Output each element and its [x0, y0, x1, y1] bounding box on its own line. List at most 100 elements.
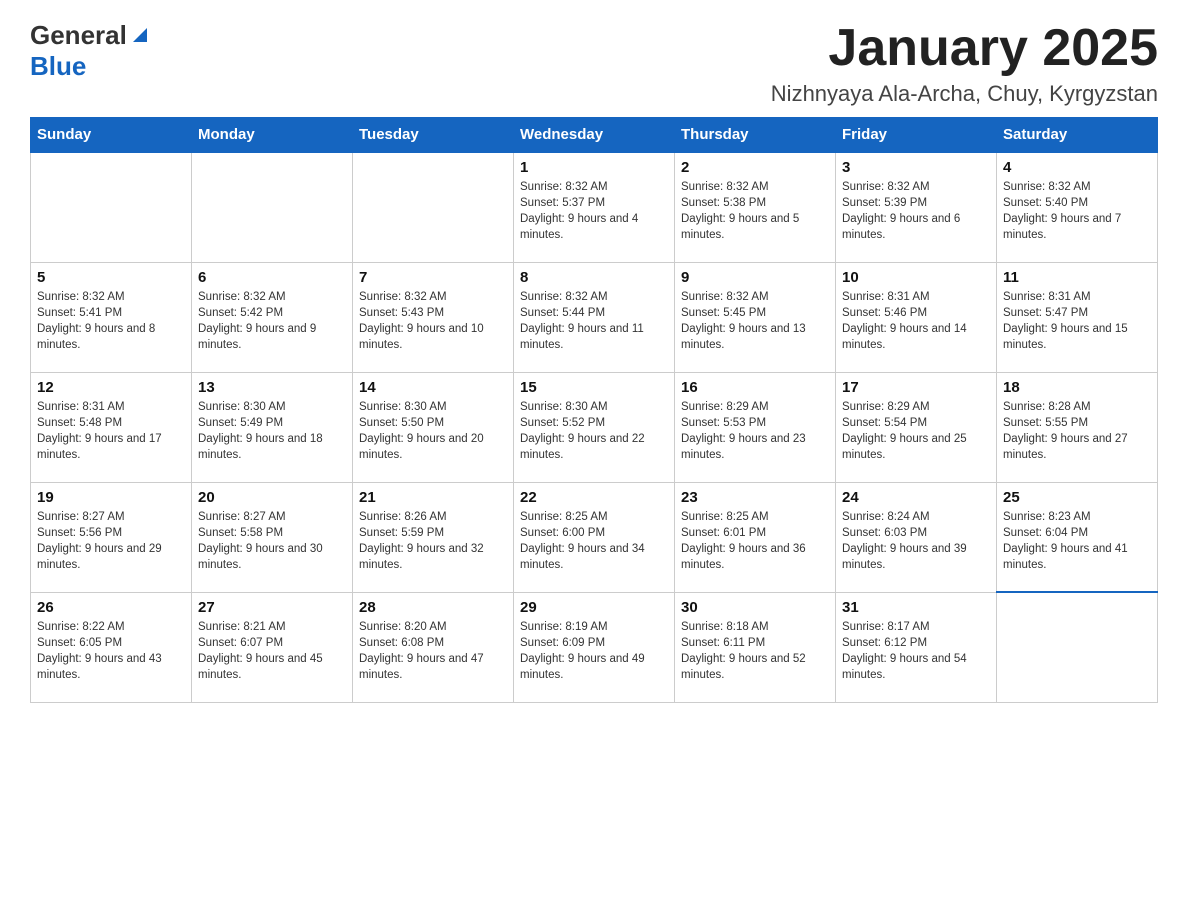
calendar-cell: 5 Sunrise: 8:32 AMSunset: 5:41 PMDaylight… [31, 262, 192, 372]
logo: General Blue [30, 20, 151, 82]
header-cell-sunday: Sunday [31, 118, 192, 153]
day-number: 2 [681, 159, 829, 176]
calendar-cell: 28Sunrise: 8:20 AMSunset: 6:08 PMDayligh… [353, 592, 514, 702]
header-cell-monday: Monday [192, 118, 353, 153]
day-number: 20 [198, 489, 346, 506]
calendar-cell: 11 Sunrise: 8:31 AMSunset: 5:47 PMDayligh… [997, 262, 1158, 372]
day-info: Sunrise: 8:31 AMSunset: 5:48 PMDaylight:… [37, 399, 185, 463]
day-number: 18 [1003, 379, 1151, 396]
day-number: 15 [520, 379, 668, 396]
calendar-week-3: 12 Sunrise: 8:31 AMSunset: 5:48 PMDayligh… [31, 372, 1158, 482]
day-info: Sunrise: 8:24 AMSunset: 6:03 PMDaylight:… [842, 509, 990, 573]
day-info: Sunrise: 8:29 AMSunset: 5:53 PMDaylight:… [681, 399, 829, 463]
calendar-cell: 23 Sunrise: 8:25 AMSunset: 6:01 PMDayligh… [675, 482, 836, 592]
location-subtitle: Nizhnyaya Ala-Archa, Chuy, Kyrgyzstan [771, 81, 1158, 107]
calendar-cell: 29 Sunrise: 8:19 AMSunset: 6:09 PMDayligh… [514, 592, 675, 702]
day-number: 3 [842, 159, 990, 176]
day-number: 30 [681, 599, 829, 616]
calendar-body: 1Sunrise: 8:32 AMSunset: 5:37 PMDaylight… [31, 152, 1158, 702]
calendar-header: SundayMondayTuesdayWednesdayThursdayFrid… [31, 118, 1158, 153]
header-cell-saturday: Saturday [997, 118, 1158, 153]
day-info: Sunrise: 8:30 AMSunset: 5:52 PMDaylight:… [520, 399, 668, 463]
day-info: Sunrise: 8:32 AMSunset: 5:43 PMDaylight:… [359, 289, 507, 353]
day-info: Sunrise: 8:19 AMSunset: 6:09 PMDaylight:… [520, 619, 668, 683]
day-number: 23 [681, 489, 829, 506]
day-number: 19 [37, 489, 185, 506]
day-number: 12 [37, 379, 185, 396]
day-number: 28 [359, 599, 507, 616]
calendar-cell: 30 Sunrise: 8:18 AMSunset: 6:11 PMDayligh… [675, 592, 836, 702]
day-number: 11 [1003, 269, 1151, 286]
calendar-cell [31, 152, 192, 262]
calendar-cell [997, 592, 1158, 702]
calendar-cell: 4 Sunrise: 8:32 AMSunset: 5:40 PMDaylight… [997, 152, 1158, 262]
header-cell-friday: Friday [836, 118, 997, 153]
day-info: Sunrise: 8:30 AMSunset: 5:50 PMDaylight:… [359, 399, 507, 463]
calendar-table: SundayMondayTuesdayWednesdayThursdayFrid… [30, 117, 1158, 703]
day-info: Sunrise: 8:32 AMSunset: 5:39 PMDaylight:… [842, 179, 990, 243]
calendar-cell: 22 Sunrise: 8:25 AMSunset: 6:00 PMDayligh… [514, 482, 675, 592]
day-number: 5 [37, 269, 185, 286]
day-info: Sunrise: 8:32 AMSunset: 5:37 PMDaylight:… [520, 179, 668, 243]
day-info: Sunrise: 8:32 AMSunset: 5:45 PMDaylight:… [681, 289, 829, 353]
calendar-week-2: 5 Sunrise: 8:32 AMSunset: 5:41 PMDaylight… [31, 262, 1158, 372]
day-number: 8 [520, 269, 668, 286]
day-info: Sunrise: 8:32 AMSunset: 5:38 PMDaylight:… [681, 179, 829, 243]
calendar-cell: 12 Sunrise: 8:31 AMSunset: 5:48 PMDayligh… [31, 372, 192, 482]
day-info: Sunrise: 8:32 AMSunset: 5:44 PMDaylight:… [520, 289, 668, 353]
day-number: 27 [198, 599, 346, 616]
calendar-cell: 24 Sunrise: 8:24 AMSunset: 6:03 PMDayligh… [836, 482, 997, 592]
calendar-cell: 6Sunrise: 8:32 AMSunset: 5:42 PMDaylight… [192, 262, 353, 372]
day-number: 17 [842, 379, 990, 396]
day-number: 4 [1003, 159, 1151, 176]
calendar-cell: 8 Sunrise: 8:32 AMSunset: 5:44 PMDaylight… [514, 262, 675, 372]
month-year-title: January 2025 [771, 20, 1158, 77]
calendar-cell [192, 152, 353, 262]
day-info: Sunrise: 8:18 AMSunset: 6:11 PMDaylight:… [681, 619, 829, 683]
calendar-week-4: 19 Sunrise: 8:27 AMSunset: 5:56 PMDayligh… [31, 482, 1158, 592]
day-info: Sunrise: 8:26 AMSunset: 5:59 PMDaylight:… [359, 509, 507, 573]
logo-triangle-icon [129, 24, 151, 46]
day-info: Sunrise: 8:29 AMSunset: 5:54 PMDaylight:… [842, 399, 990, 463]
day-number: 24 [842, 489, 990, 506]
calendar-cell: 15 Sunrise: 8:30 AMSunset: 5:52 PMDayligh… [514, 372, 675, 482]
calendar-cell: 26Sunrise: 8:22 AMSunset: 6:05 PMDayligh… [31, 592, 192, 702]
day-number: 7 [359, 269, 507, 286]
calendar-cell: 17 Sunrise: 8:29 AMSunset: 5:54 PMDayligh… [836, 372, 997, 482]
day-info: Sunrise: 8:32 AMSunset: 5:42 PMDaylight:… [198, 289, 346, 353]
day-info: Sunrise: 8:31 AMSunset: 5:47 PMDaylight:… [1003, 289, 1151, 353]
day-info: Sunrise: 8:25 AMSunset: 6:01 PMDaylight:… [681, 509, 829, 573]
day-info: Sunrise: 8:32 AMSunset: 5:41 PMDaylight:… [37, 289, 185, 353]
calendar-cell: 20 Sunrise: 8:27 AMSunset: 5:58 PMDayligh… [192, 482, 353, 592]
calendar-cell: 31 Sunrise: 8:17 AMSunset: 6:12 PMDayligh… [836, 592, 997, 702]
day-info: Sunrise: 8:27 AMSunset: 5:58 PMDaylight:… [198, 509, 346, 573]
day-number: 13 [198, 379, 346, 396]
day-number: 29 [520, 599, 668, 616]
header-cell-thursday: Thursday [675, 118, 836, 153]
day-info: Sunrise: 8:25 AMSunset: 6:00 PMDaylight:… [520, 509, 668, 573]
day-info: Sunrise: 8:32 AMSunset: 5:40 PMDaylight:… [1003, 179, 1151, 243]
header-cell-wednesday: Wednesday [514, 118, 675, 153]
title-section: January 2025 Nizhnyaya Ala-Archa, Chuy, … [771, 20, 1158, 107]
day-number: 22 [520, 489, 668, 506]
calendar-cell [353, 152, 514, 262]
day-number: 16 [681, 379, 829, 396]
day-info: Sunrise: 8:27 AMSunset: 5:56 PMDaylight:… [37, 509, 185, 573]
calendar-cell: 27 Sunrise: 8:21 AMSunset: 6:07 PMDayligh… [192, 592, 353, 702]
logo-general-text: General [30, 20, 127, 51]
calendar-cell: 3 Sunrise: 8:32 AMSunset: 5:39 PMDaylight… [836, 152, 997, 262]
day-info: Sunrise: 8:31 AMSunset: 5:46 PMDaylight:… [842, 289, 990, 353]
calendar-cell: 9Sunrise: 8:32 AMSunset: 5:45 PMDaylight… [675, 262, 836, 372]
day-number: 25 [1003, 489, 1151, 506]
calendar-week-5: 26Sunrise: 8:22 AMSunset: 6:05 PMDayligh… [31, 592, 1158, 702]
logo-blue-text: Blue [30, 51, 86, 81]
day-info: Sunrise: 8:30 AMSunset: 5:49 PMDaylight:… [198, 399, 346, 463]
day-number: 10 [842, 269, 990, 286]
day-info: Sunrise: 8:21 AMSunset: 6:07 PMDaylight:… [198, 619, 346, 683]
calendar-cell: 14Sunrise: 8:30 AMSunset: 5:50 PMDayligh… [353, 372, 514, 482]
day-info: Sunrise: 8:17 AMSunset: 6:12 PMDaylight:… [842, 619, 990, 683]
day-info: Sunrise: 8:23 AMSunset: 6:04 PMDaylight:… [1003, 509, 1151, 573]
day-number: 31 [842, 599, 990, 616]
calendar-cell: 19 Sunrise: 8:27 AMSunset: 5:56 PMDayligh… [31, 482, 192, 592]
calendar-cell: 18Sunrise: 8:28 AMSunset: 5:55 PMDayligh… [997, 372, 1158, 482]
